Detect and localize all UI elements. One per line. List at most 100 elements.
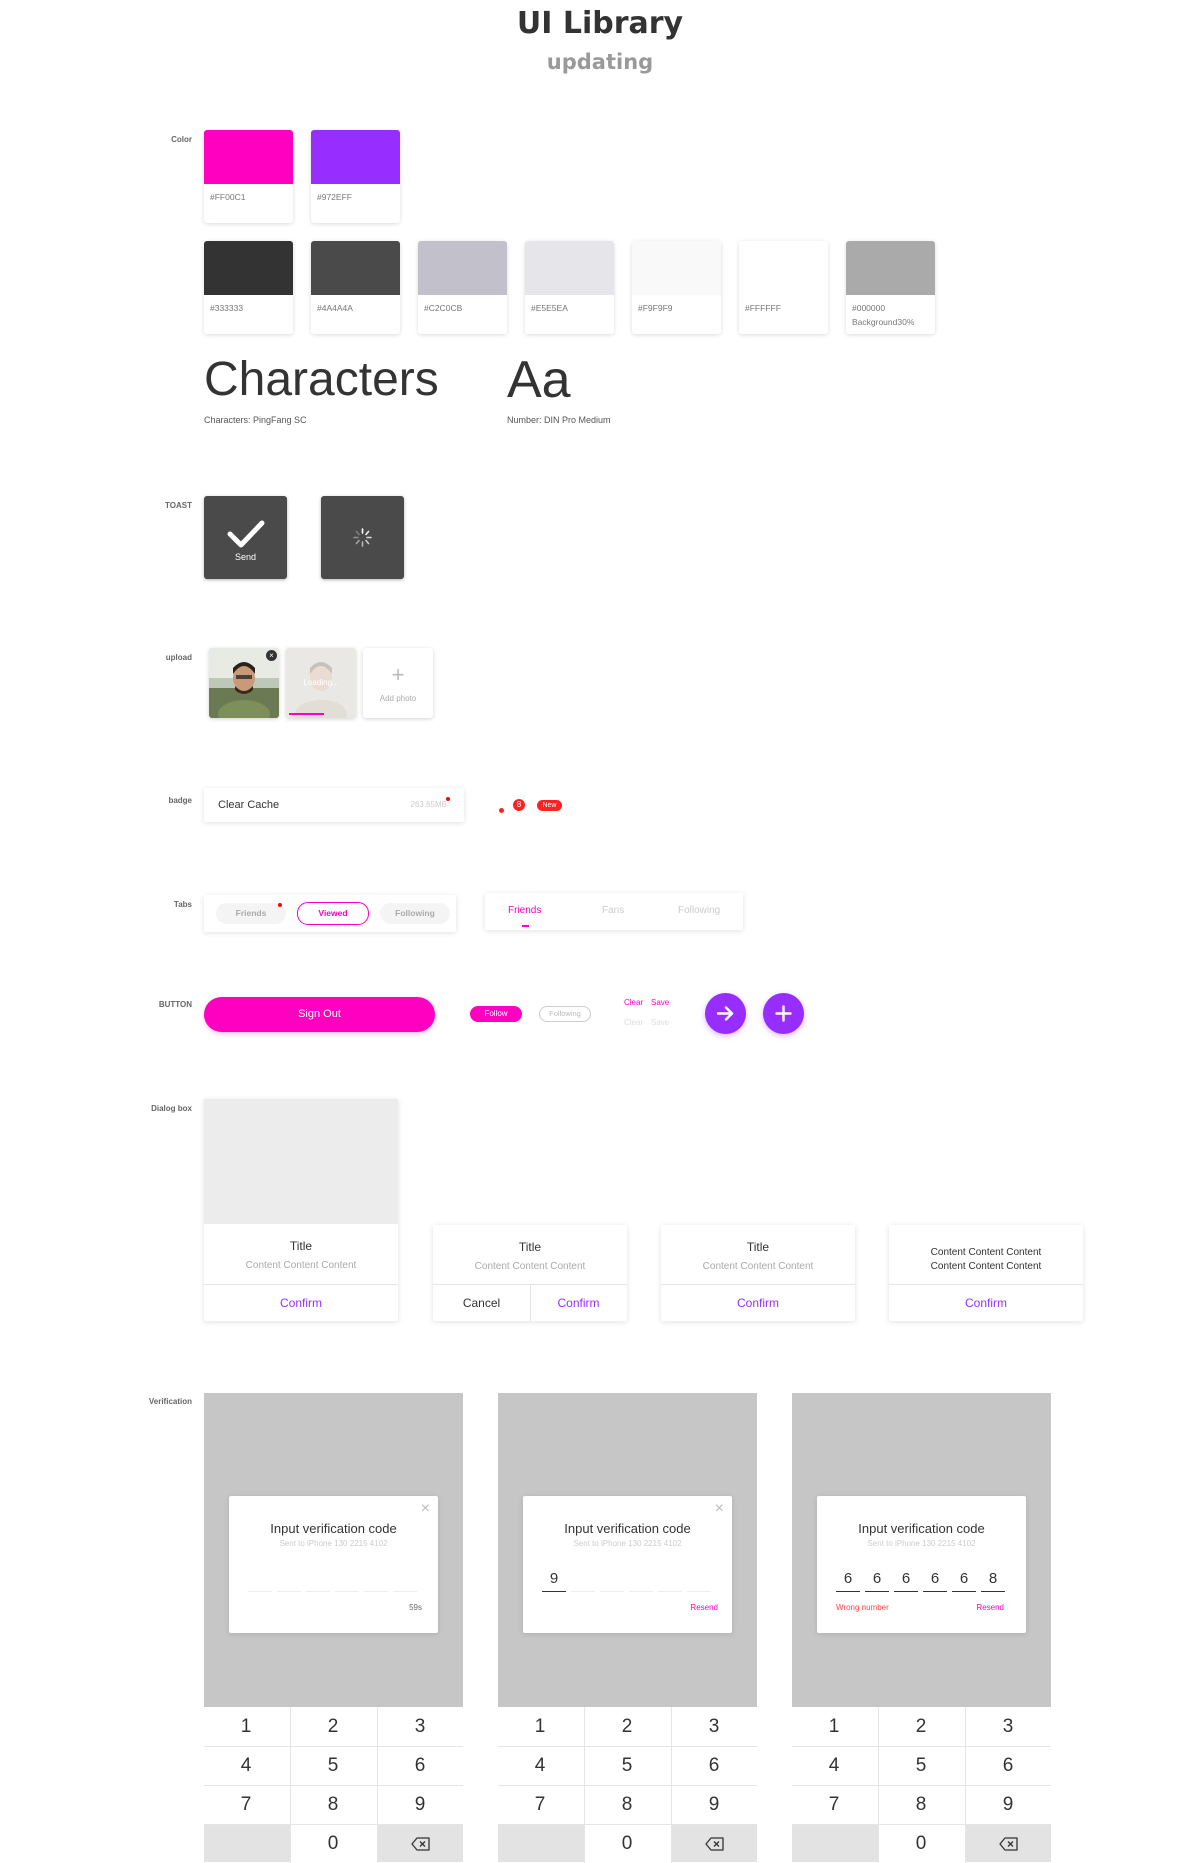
tab-following[interactable]: Following [380, 903, 450, 924]
typography-characters: Characters [204, 353, 439, 406]
page-title: UI Library [516, 6, 684, 41]
plus-icon [775, 1005, 792, 1022]
loading-label: Loading... [303, 678, 339, 687]
section-label-toast: TOAST [165, 501, 192, 510]
confirm-button[interactable]: Confirm [661, 1296, 855, 1310]
key-7[interactable]: 7 [204, 1786, 288, 1823]
save-text-button[interactable]: Save [651, 998, 669, 1007]
key-4[interactable]: 4 [204, 1747, 288, 1784]
dialog-title: Title [746, 1240, 770, 1254]
dot-badge [499, 808, 504, 813]
code-digit: 6 [923, 1570, 947, 1592]
clear-cache-row[interactable]: Clear Cache 263.65MB [204, 788, 464, 822]
key-8[interactable]: 8 [879, 1786, 963, 1823]
uploaded-photo[interactable]: × [209, 648, 279, 718]
pill-tabs: Friends Viewed Following [204, 895, 456, 932]
key-6[interactable]: 6 [672, 1747, 756, 1784]
key-2[interactable]: 2 [585, 1708, 669, 1745]
confirm-button[interactable]: Confirm [204, 1296, 398, 1310]
tab-friends[interactable]: Friends [216, 903, 286, 924]
confirm-button[interactable]: Confirm [889, 1296, 1083, 1310]
tab-fans[interactable]: Fans [602, 905, 624, 916]
resend-button[interactable]: Resend [690, 1603, 718, 1612]
key-0[interactable]: 0 [879, 1825, 963, 1862]
verification-dialog: × Input verification code Sent to iPhone… [229, 1496, 438, 1633]
key-5[interactable]: 5 [879, 1747, 963, 1784]
swatch-f9f9f9: #F9F9F9 [632, 241, 721, 334]
key-9[interactable]: 9 [966, 1786, 1050, 1823]
add-photo-label: Add photo [379, 694, 417, 703]
key-8[interactable]: 8 [585, 1786, 669, 1823]
verification-subtitle: Sent to iPhone 130 2215 4102 [573, 1539, 682, 1548]
key-4[interactable]: 4 [792, 1747, 876, 1784]
resend-button[interactable]: Resend [976, 1603, 1004, 1612]
section-label-button: BUTTON [158, 1000, 192, 1009]
sign-out-button[interactable]: Sign Out [204, 997, 435, 1032]
tab-following[interactable]: Following [678, 905, 720, 916]
key-0[interactable]: 0 [291, 1825, 375, 1862]
key-9[interactable]: 9 [672, 1786, 756, 1823]
key-2[interactable]: 2 [879, 1708, 963, 1745]
following-button[interactable]: Following [539, 1006, 591, 1022]
swatch-label: #FFFFFF [745, 303, 781, 313]
clear-text-button[interactable]: Clear [624, 998, 643, 1007]
key-1[interactable]: 1 [792, 1708, 876, 1745]
key-1[interactable]: 1 [204, 1708, 288, 1745]
key-3[interactable]: 3 [672, 1708, 756, 1745]
next-fab-button[interactable] [705, 993, 746, 1034]
swatch-background: #000000 Background30% [846, 241, 935, 334]
swatch-ffffff: #FFFFFF [739, 241, 828, 334]
key-9[interactable]: 9 [378, 1786, 462, 1823]
swatch-label: #C2C0CB [424, 303, 463, 313]
code-input[interactable] [248, 1570, 422, 1594]
key-3[interactable]: 3 [966, 1708, 1050, 1745]
code-input[interactable]: 9 [542, 1570, 716, 1594]
upload-progress-bar [289, 713, 325, 715]
key-5[interactable]: 5 [585, 1747, 669, 1784]
cancel-button[interactable]: Cancel [433, 1296, 530, 1310]
key-backspace[interactable] [378, 1825, 463, 1862]
swatch-chip [418, 241, 507, 295]
close-icon[interactable]: × [421, 1500, 430, 1518]
add-fab-button[interactable] [763, 993, 804, 1034]
verification-dialog: × Input verification code Sent to iPhone… [523, 1496, 732, 1633]
code-digit: 6 [894, 1570, 918, 1592]
key-7[interactable]: 7 [792, 1786, 876, 1823]
key-7[interactable]: 7 [498, 1786, 582, 1823]
dialog-content: Content Content Content [474, 1261, 586, 1272]
verification-subtitle: Sent to iPhone 130 2215 4102 [867, 1539, 976, 1548]
code-input[interactable]: 6 6 6 6 6 8 [836, 1570, 1010, 1594]
plus-icon: + [391, 662, 405, 687]
dialog-content: Content Content Content [930, 1261, 1042, 1272]
countdown-timer: 59s [409, 1603, 422, 1612]
close-icon[interactable]: × [715, 1500, 724, 1518]
toast-success: Send [204, 496, 287, 579]
key-6[interactable]: 6 [966, 1747, 1050, 1784]
dialog-with-image: Title Content Content Content Confirm [204, 1099, 398, 1321]
tab-viewed[interactable]: Viewed [297, 902, 369, 925]
key-0[interactable]: 0 [585, 1825, 669, 1862]
key-8[interactable]: 8 [291, 1786, 375, 1823]
confirm-button[interactable]: Confirm [530, 1296, 627, 1310]
code-digit [687, 1570, 711, 1592]
typography-number-caption: Number: DIN Pro Medium [507, 415, 611, 425]
section-label-tabs: Tabs [173, 900, 192, 909]
tab-friends[interactable]: Friends [508, 905, 541, 916]
swatch-chip [632, 241, 721, 295]
key-3[interactable]: 3 [378, 1708, 462, 1745]
code-digit [393, 1570, 417, 1592]
key-1[interactable]: 1 [498, 1708, 582, 1745]
key-4[interactable]: 4 [498, 1747, 582, 1784]
code-digit: 6 [836, 1570, 860, 1592]
verification-screen-error: Input verification code Sent to iPhone 1… [792, 1393, 1051, 1863]
key-5[interactable]: 5 [291, 1747, 375, 1784]
add-photo-button[interactable]: + Add photo [363, 648, 433, 718]
key-6[interactable]: 6 [378, 1747, 462, 1784]
swatch-purple: #972EFF [311, 130, 400, 223]
follow-button[interactable]: Follow [470, 1006, 522, 1022]
key-backspace[interactable] [672, 1825, 757, 1862]
close-icon[interactable]: × [266, 650, 277, 661]
key-backspace[interactable] [966, 1825, 1051, 1862]
key-2[interactable]: 2 [291, 1708, 375, 1745]
dialog-title: Title [289, 1239, 313, 1253]
